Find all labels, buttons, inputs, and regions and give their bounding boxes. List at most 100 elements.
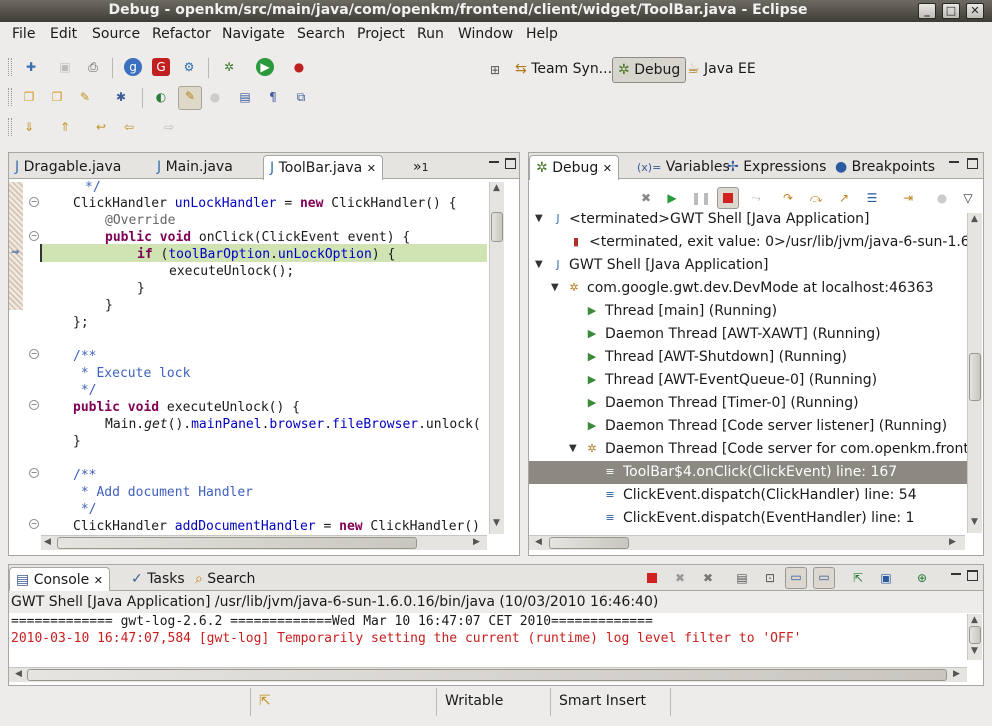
show-on-stderr-icon[interactable]: ▭: [813, 567, 835, 589]
maximize-view-button[interactable]: [967, 158, 978, 169]
scroll-right-icon[interactable]: ▶: [953, 669, 960, 679]
pin-console-icon[interactable]: ⇱: [849, 569, 867, 587]
open-task-icon[interactable]: ✱: [112, 88, 130, 106]
maximize-view-button[interactable]: [505, 158, 516, 169]
maximize-button[interactable]: □: [942, 3, 960, 19]
resume-icon[interactable]: ▶: [663, 189, 681, 207]
menu-search[interactable]: Search: [297, 26, 345, 42]
tree-row-selected[interactable]: ≡ ToolBar$4.onClick(ClickEvent) line: 16…: [529, 461, 967, 484]
tab-expressions[interactable]: ✢ Expressions: [721, 155, 832, 179]
scroll-lock-icon[interactable]: ⊡: [761, 569, 779, 587]
tree-row[interactable]: ≡ ClickEvent.dispatch(EventHandler) line…: [529, 507, 967, 530]
scroll-thumb[interactable]: [57, 537, 417, 549]
maximize-view-button[interactable]: [967, 570, 978, 581]
view-menu-icon[interactable]: ▽: [959, 189, 977, 207]
console-horizontal-scrollbar[interactable]: ◀ ▶: [9, 667, 967, 682]
collapse-icon[interactable]: ▼: [551, 277, 559, 299]
tree-row[interactable]: ▶ Daemon Thread [AWT-XAWT] (Running): [529, 323, 967, 346]
tree-row[interactable]: ▶ Daemon Thread [Timer-0] (Running): [529, 392, 967, 415]
step-over-icon[interactable]: ⤼: [807, 189, 825, 207]
gwt-compile-icon[interactable]: G: [152, 58, 170, 76]
scroll-down-icon[interactable]: ▼: [493, 518, 500, 528]
toolbar-grip[interactable]: [8, 118, 12, 136]
open-folder-icon[interactable]: ❐: [48, 88, 66, 106]
menu-help[interactable]: Help: [526, 26, 558, 42]
scroll-right-icon[interactable]: ▶: [473, 537, 480, 547]
gwt-browser-icon[interactable]: g: [124, 58, 142, 76]
scroll-left-icon[interactable]: ◀: [44, 537, 51, 547]
disconnect-icon[interactable]: ⤳: [747, 189, 765, 207]
tab-overflow[interactable]: »1: [407, 155, 435, 179]
close-icon[interactable]: ✕: [94, 574, 103, 587]
fast-view-icon[interactable]: ⇱: [259, 693, 271, 709]
next-annotation-icon[interactable]: ⇓: [20, 118, 38, 136]
fold-icon[interactable]: −: [29, 519, 39, 529]
fold-icon[interactable]: −: [29, 400, 39, 410]
scroll-down-icon[interactable]: ▼: [971, 646, 978, 656]
perspective-debug[interactable]: ✲ Debug: [612, 57, 687, 83]
terminate-button[interactable]: [717, 187, 739, 209]
step-return-icon[interactable]: ↗: [835, 189, 853, 207]
scroll-up-icon[interactable]: ▲: [493, 183, 500, 193]
minimize-view-button[interactable]: [949, 161, 959, 163]
last-edit-icon[interactable]: ↩: [92, 118, 110, 136]
console-vertical-scrollbar[interactable]: ▲ ▼: [967, 614, 982, 660]
minimize-view-button[interactable]: [489, 161, 499, 163]
tree-row[interactable]: ▼ ✲ com.google.gwt.dev.DevMode at localh…: [529, 277, 967, 300]
deploy-icon[interactable]: ⚙: [180, 58, 198, 76]
open-perspective-icon[interactable]: ⊞: [486, 61, 504, 79]
toolbar-grip[interactable]: [8, 88, 12, 106]
scroll-up-icon[interactable]: ▲: [971, 214, 978, 224]
close-icon[interactable]: ✕: [603, 162, 612, 175]
show-on-stdout-icon[interactable]: ▭: [785, 567, 807, 589]
tree-row[interactable]: ▶ Thread [AWT-Shutdown] (Running): [529, 346, 967, 369]
suspend-icon[interactable]: ❚❚: [691, 189, 711, 207]
remove-all-terminated-icon[interactable]: ✖: [699, 569, 717, 587]
tree-row[interactable]: ≡ ClickEvent.dispatch(ClickHandler) line…: [529, 484, 967, 507]
drop-to-frame-icon[interactable]: ☰: [863, 189, 881, 207]
perspective-team-sync[interactable]: ⇆ Team Syn...: [510, 57, 617, 83]
use-step-filters-icon[interactable]: ⇥: [899, 189, 917, 207]
fold-icon[interactable]: −: [29, 231, 39, 241]
scroll-down-icon[interactable]: ▼: [971, 517, 978, 527]
external-tools-icon[interactable]: ●: [290, 58, 308, 76]
open-console-icon[interactable]: ⊕: [913, 569, 931, 587]
scroll-thumb[interactable]: [969, 626, 981, 644]
menu-navigate[interactable]: Navigate: [222, 26, 285, 42]
display-console-icon[interactable]: ▣: [877, 569, 895, 587]
save-icon[interactable]: ▣: [56, 58, 74, 76]
terminate-button[interactable]: [643, 569, 661, 587]
prev-annotation-icon[interactable]: ⇑: [56, 118, 74, 136]
forward-icon[interactable]: ⇨: [160, 118, 178, 136]
mark-occurrences-icon[interactable]: ✎: [178, 86, 202, 110]
gwt-icon[interactable]: ●: [933, 189, 951, 207]
debug-run-icon[interactable]: ✲: [220, 58, 238, 76]
show-whitespace-icon[interactable]: ¶: [264, 88, 282, 106]
minimize-view-button[interactable]: [951, 573, 961, 575]
run-icon[interactable]: ▶: [256, 58, 274, 76]
tab-tasks[interactable]: ✓ Tasks: [125, 567, 191, 591]
step-into-icon[interactable]: ↷: [779, 189, 797, 207]
word-wrap-icon[interactable]: ⧉: [292, 88, 310, 106]
back-icon[interactable]: ⇦: [120, 118, 138, 136]
scroll-thumb[interactable]: [549, 537, 629, 549]
scroll-up-icon[interactable]: ▲: [971, 615, 978, 625]
fold-icon[interactable]: −: [29, 197, 39, 207]
tree-row[interactable]: ▮ <terminated, exit value: 0>/usr/lib/jv…: [529, 231, 967, 254]
collapse-icon[interactable]: ▼: [535, 254, 543, 276]
tab-main-java[interactable]: J Main.java: [151, 155, 239, 179]
scroll-thumb[interactable]: [27, 669, 947, 681]
fold-icon[interactable]: −: [29, 349, 39, 359]
new-icon[interactable]: ✚: [22, 58, 40, 76]
minimize-button[interactable]: _: [918, 3, 936, 19]
collapse-icon[interactable]: ▼: [535, 208, 543, 230]
toolbar-grip[interactable]: [8, 58, 12, 76]
remove-launch-icon[interactable]: ✖: [671, 569, 689, 587]
perspective-java-ee[interactable]: ☕ Java EE: [682, 57, 761, 83]
search-icon[interactable]: ✎: [76, 88, 94, 106]
menu-project[interactable]: Project: [357, 26, 405, 42]
block-selection-icon[interactable]: ●: [206, 88, 224, 106]
tab-dragable-java[interactable]: J Dragable.java: [9, 155, 127, 179]
scroll-left-icon[interactable]: ◀: [535, 537, 542, 547]
editor-vertical-scrollbar[interactable]: ▲ ▼: [489, 182, 504, 534]
